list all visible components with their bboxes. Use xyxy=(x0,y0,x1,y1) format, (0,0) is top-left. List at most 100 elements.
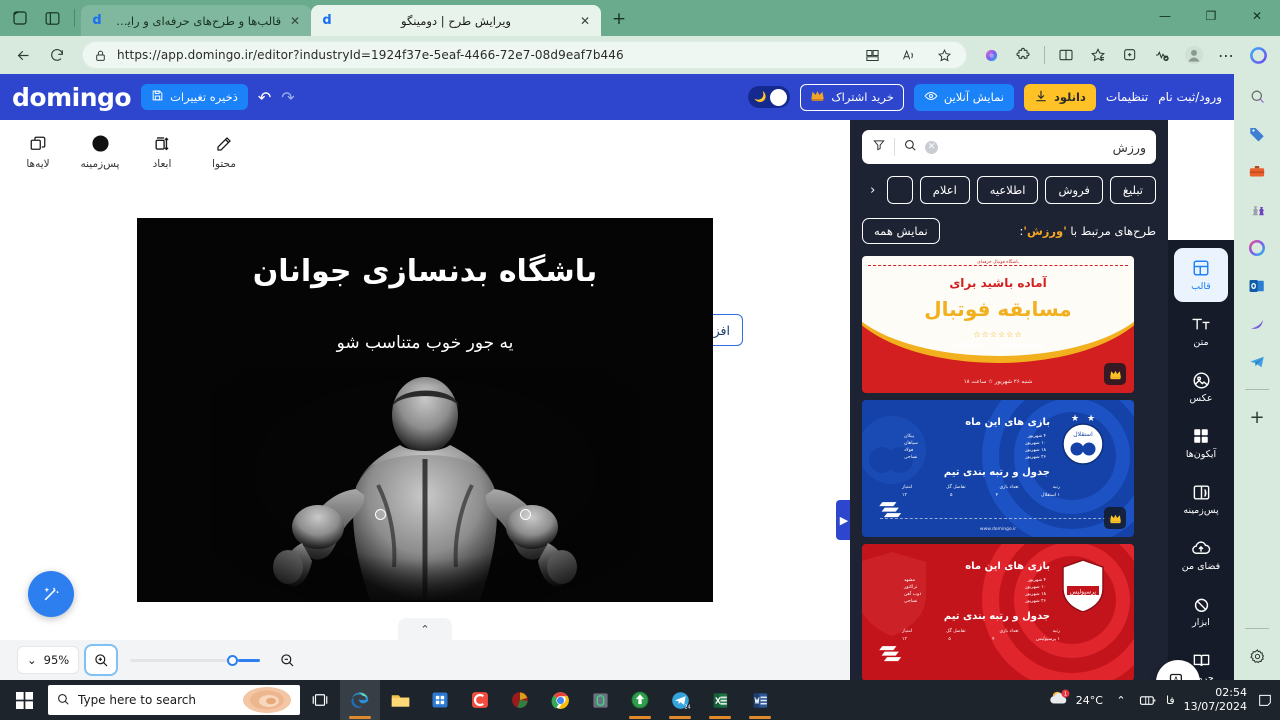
taskbar-app-telegram[interactable]: 24 xyxy=(660,680,700,720)
workspaces-icon[interactable] xyxy=(10,8,30,28)
zoom-slider[interactable] xyxy=(130,654,261,666)
zoom-in-button[interactable] xyxy=(86,646,117,674)
template-search-row[interactable]: ورزش ✕ xyxy=(862,130,1156,164)
language-indicator[interactable]: فا xyxy=(1166,694,1175,707)
telegram-icon[interactable] xyxy=(1243,348,1271,376)
settings-gear-icon[interactable] xyxy=(1243,642,1271,670)
shopping-tag-icon[interactable] xyxy=(1243,120,1271,148)
dark-mode-toggle[interactable]: 🌙 xyxy=(748,86,791,108)
split-tab-icon[interactable] xyxy=(1052,41,1080,69)
magic-wand-button[interactable] xyxy=(28,571,74,617)
chip-elam[interactable]: اعلام xyxy=(919,176,970,204)
toolbar-item-content[interactable]: محتوا xyxy=(200,133,248,170)
crown-badge-icon[interactable] xyxy=(1104,363,1126,385)
chip-etelaiye[interactable]: اطلاعیه xyxy=(976,176,1039,204)
filter-funnel-icon[interactable] xyxy=(872,138,886,156)
sidebar-item-background[interactable]: پس‌زمینه xyxy=(1174,472,1228,526)
crown-badge-icon[interactable] xyxy=(1104,507,1126,529)
outlook-icon[interactable] xyxy=(1243,272,1271,300)
search-input[interactable]: ورزش xyxy=(946,140,1146,155)
chip-tabligh[interactable]: تبلیغ xyxy=(1109,176,1156,204)
taskbar-app-google-chrome[interactable] xyxy=(540,680,580,720)
taskbar-app-microsoft-edge[interactable] xyxy=(340,680,380,720)
taskbar-search-box[interactable]: Type here to search xyxy=(48,685,300,715)
taskbar-clock[interactable]: 02:54 13/07/2024 xyxy=(1184,686,1247,714)
refresh-icon[interactable] xyxy=(42,40,72,70)
show-all-button[interactable]: نمایش همه xyxy=(862,218,940,244)
save-changes-button[interactable]: ذخیره تغییرات xyxy=(141,84,248,110)
browser-essentials-icon[interactable] xyxy=(1148,41,1176,69)
search-icon[interactable] xyxy=(1243,82,1271,110)
sidebar-item-text[interactable]: متن xyxy=(1174,304,1228,358)
taskbar-app-microsoft-store[interactable] xyxy=(420,680,460,720)
search-icon[interactable] xyxy=(903,138,917,156)
weather-widget[interactable]: 1 24°C xyxy=(1049,689,1103,712)
undo-arrow-icon[interactable]: ↶ xyxy=(258,88,271,107)
minimize-button[interactable]: — xyxy=(1142,0,1188,32)
copilot-icon[interactable] xyxy=(977,41,1005,69)
canvas-subtitle-text[interactable]: یه جور خوب متناسب شو xyxy=(137,333,713,353)
tab-close-icon[interactable]: ✕ xyxy=(287,13,303,29)
designer-icon[interactable] xyxy=(1243,310,1271,338)
clear-x-icon[interactable]: ✕ xyxy=(925,140,938,154)
task-view-icon[interactable] xyxy=(300,680,340,720)
games-icon[interactable] xyxy=(1243,196,1271,224)
sidebar-copilot-icon[interactable] xyxy=(1244,41,1272,69)
add-icon[interactable]: + xyxy=(1243,403,1271,431)
microsoft365-icon[interactable] xyxy=(1243,234,1271,262)
template-card-esteghlal[interactable]: ★ ★ استقلال بازی های این ماه ۴ شهریور پیکا… xyxy=(862,400,1134,537)
app-logo[interactable]: domingo xyxy=(12,83,132,112)
page-navigator-toggle[interactable]: ⌃ xyxy=(398,618,452,640)
tab-close-icon[interactable]: ✕ xyxy=(577,13,593,29)
chevron-up-icon[interactable]: ⌃ xyxy=(1112,691,1130,709)
zoom-level-dropdown[interactable]: ⌄ 95% xyxy=(18,647,79,673)
toolbar-item-dimensions[interactable]: ابعاد xyxy=(138,133,186,170)
battery-icon[interactable] xyxy=(1139,691,1157,709)
taskbar-app-internet-download-manager[interactable] xyxy=(620,680,660,720)
new-tab-button[interactable]: + xyxy=(605,5,633,33)
taskbar-app-excel[interactable] xyxy=(700,680,740,720)
browser-tab-inactive[interactable]: d قالب‌ها و طرح‌های حرفه‌ای و رایگان ✕ xyxy=(81,5,311,36)
split-screen-icon[interactable] xyxy=(858,41,886,69)
design-canvas[interactable]: باشگاه بدنسازی جوانان یه جور خوب متناسب … xyxy=(137,218,713,602)
taskbar-app-camtasia[interactable] xyxy=(460,680,500,720)
settings-link[interactable]: تنظیمات xyxy=(1106,90,1148,104)
chip-partial-next[interactable] xyxy=(886,176,913,204)
browser-tab-active[interactable]: d ویرایش طرح | دومینگو ✕ xyxy=(311,5,601,36)
read-aloud-icon[interactable] xyxy=(894,41,922,69)
tab-actions-icon[interactable] xyxy=(42,8,62,28)
address-bar[interactable]: https://app.domingo.ir/editor?industryId… xyxy=(82,41,967,69)
sidebar-item-icons[interactable]: آیکون‌ها xyxy=(1174,416,1228,470)
tools-icon[interactable] xyxy=(1243,158,1271,186)
profile-icon[interactable] xyxy=(1180,41,1208,69)
redo-arrow-icon[interactable]: ↷ xyxy=(281,88,294,107)
sidebar-item-tools[interactable]: ابزار xyxy=(1174,584,1228,638)
template-card-football[interactable]: باشگاه فوتبال حرفه‌ای آماده باشید برای م… xyxy=(862,256,1134,393)
chip-forush[interactable]: فروش xyxy=(1045,176,1103,204)
sidebar-item-template[interactable]: قالب xyxy=(1174,248,1228,302)
zoom-slider-knob[interactable] xyxy=(227,654,239,666)
buy-subscription-button[interactable]: خرید اشتراک xyxy=(800,83,904,111)
toolbar-item-background[interactable]: پس‌زمینه xyxy=(76,133,124,170)
toolbar-item-layers[interactable]: لایه‌ها xyxy=(14,133,62,170)
online-preview-button[interactable]: نمایش آنلاین xyxy=(913,83,1014,111)
taskbar-app-file-explorer[interactable] xyxy=(380,680,420,720)
taskbar-app-word[interactable] xyxy=(740,680,780,720)
selection-handle-right[interactable] xyxy=(520,509,531,520)
taskbar-app-green-app[interactable] xyxy=(580,680,620,720)
favorite-star-icon[interactable] xyxy=(930,41,958,69)
chevron-left-icon[interactable]: ‹ xyxy=(866,183,880,198)
extensions-icon[interactable] xyxy=(1009,41,1037,69)
back-icon[interactable] xyxy=(8,40,38,70)
template-card-perspolis[interactable]: پرسپولیس بازی های این ماه ۴ شهریور مشهد ۱… xyxy=(862,544,1134,680)
notification-icon[interactable] xyxy=(1256,691,1274,709)
download-button[interactable]: دانلود xyxy=(1023,83,1096,111)
selection-handle-left[interactable] xyxy=(375,509,386,520)
maximize-button[interactable]: ❐ xyxy=(1188,0,1234,32)
zoom-out-button[interactable] xyxy=(274,647,300,673)
collections-icon[interactable] xyxy=(1084,41,1112,69)
sidebar-item-image[interactable]: عکس xyxy=(1174,360,1228,414)
sidebar-item-my-space[interactable]: فضای من xyxy=(1174,528,1228,582)
bodybuilder-photo[interactable] xyxy=(210,367,640,602)
login-register-link[interactable]: ورود/ثبت نام xyxy=(1158,90,1222,104)
